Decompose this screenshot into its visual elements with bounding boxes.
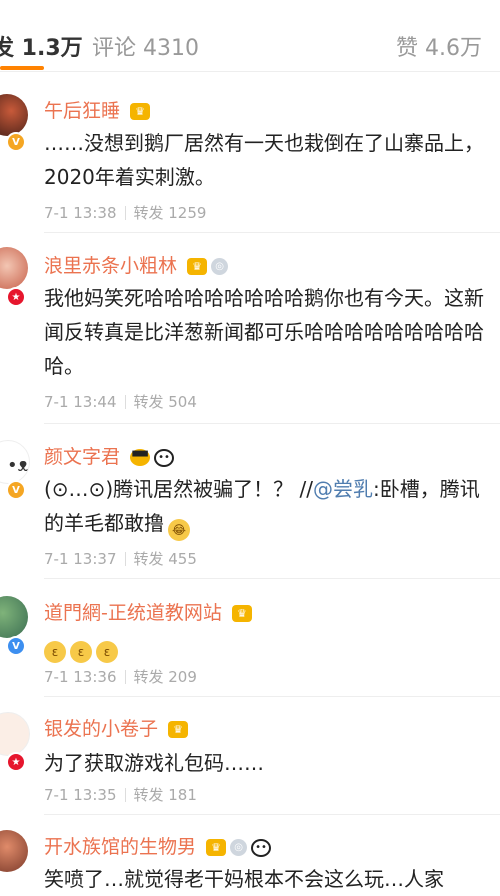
verified-badge-icon: V [6,636,26,656]
comment-meta: 7-1 13:35 转发 181 [44,784,197,805]
comment-text: (⊙…⊙)腾讯居然被骗了！？ //@尝乳:卧槽，腾讯的羊毛都敢撸 😂 [44,472,490,541]
panda-icon: •• [251,838,272,857]
repost-count[interactable]: 转发 504 [134,393,197,411]
avatar[interactable] [0,712,30,756]
crown-icon: ♛ [231,605,252,622]
comment-text: 笑喷了…就觉得老干妈根本不会这么玩…人家 [44,867,444,891]
crown-icon: ♛ [206,838,227,856]
comment-author[interactable]: 道門網-正统道教网站 ♛ [44,598,252,625]
comment-time: 7-1 13:37 [44,550,117,568]
comment-author[interactable]: 浪里赤条小粗林 ♛ ◎ [44,251,229,278]
sunglasses-icon: ▀▀ [130,448,151,466]
medal-icon: ◎ [211,258,229,275]
divider [44,423,500,424]
divider [44,578,500,579]
comment-author[interactable]: 银发的小卷子 ♛ [44,714,189,741]
repost-count[interactable]: 转发 209 [134,668,197,686]
comment-author[interactable]: 午后狂睡 ♛ [44,96,151,123]
comment-text: 我他妈笑死哈哈哈哈哈哈哈哈鹅你也有今天。这新闻反转真是比洋葱新闻都可乐哈哈哈哈哈… [44,286,484,378]
repost-count[interactable]: 转发 455 [134,550,197,568]
smug-emoji-icon: ε [70,641,92,663]
comment-text: εεε [44,628,490,663]
crown-icon: ♛ [187,258,208,275]
author-name[interactable]: 午后狂睡 [44,100,120,122]
verified-badge-icon: ★ [6,752,26,772]
crown-icon: ♛ [168,721,189,738]
comment-time: 7-1 13:35 [44,786,117,804]
avatar[interactable]: •ᴥ [0,440,30,484]
comment-author[interactable]: 开水族馆的生物男 ♛ ◎ •• [44,832,272,859]
verified-badge-icon: V [6,480,26,500]
comment-time: 7-1 13:44 [44,393,117,411]
tabs-divider [0,71,500,72]
repost-count[interactable]: 转发 181 [134,786,197,804]
comment-text-part: (⊙…⊙)腾讯居然被骗了！？ // [44,477,313,501]
divider [44,696,500,697]
kaomoji-avatar-icon: •ᴥ [7,455,29,476]
author-name[interactable]: 浪里赤条小粗林 [44,255,177,277]
active-tab-indicator [0,66,44,70]
divider [44,232,500,233]
verified-badge-icon: V [6,132,26,152]
smug-emoji-icon: ε [44,641,66,663]
author-name[interactable]: 银发的小卷子 [44,718,158,740]
comment-meta: 7-1 13:37 转发 455 [44,548,197,569]
comment-meta: 7-1 13:38 转发 1259 [44,202,206,223]
tab-like[interactable]: 赞 4.6万 [396,30,482,62]
medal-icon: ◎ [230,838,248,856]
panda-icon: •• [154,448,175,467]
divider [44,814,500,815]
comment-time: 7-1 13:38 [44,204,117,222]
mention-link[interactable]: @尝乳 [313,477,373,501]
laughing-crying-emoji-icon: 😂 [168,519,190,541]
tab-bar: 发 1.3万 评论 4310 赞 4.6万 [0,0,500,72]
author-name[interactable]: 道門網-正统道教网站 [44,602,222,624]
comment-text: 为了获取游戏礼包码…… [44,751,264,775]
verified-badge-icon: ★ [6,287,26,307]
author-name[interactable]: 颜文字君 [44,446,120,468]
repost-count[interactable]: 转发 1259 [134,204,207,222]
avatar[interactable] [0,247,28,289]
tab-repost[interactable]: 发 1.3万 [0,30,83,62]
comment-text: ……没想到鹅厂居然有一天也栽倒在了山寨品上，2020年着实刺激。 [44,131,484,189]
avatar[interactable] [0,596,28,638]
comment-time: 7-1 13:36 [44,668,117,686]
crown-icon: ♛ [130,103,151,120]
comment-meta: 7-1 13:44 转发 504 [44,391,197,412]
avatar[interactable] [0,830,28,872]
comment-meta: 7-1 13:36 转发 209 [44,666,197,687]
author-name[interactable]: 开水族馆的生物男 [44,836,196,858]
smug-emoji-icon: ε [96,641,118,663]
tab-comment[interactable]: 评论 4310 [92,30,199,62]
avatar[interactable] [0,94,28,136]
comment-author[interactable]: 颜文字君 ▀▀ •• [44,442,175,469]
